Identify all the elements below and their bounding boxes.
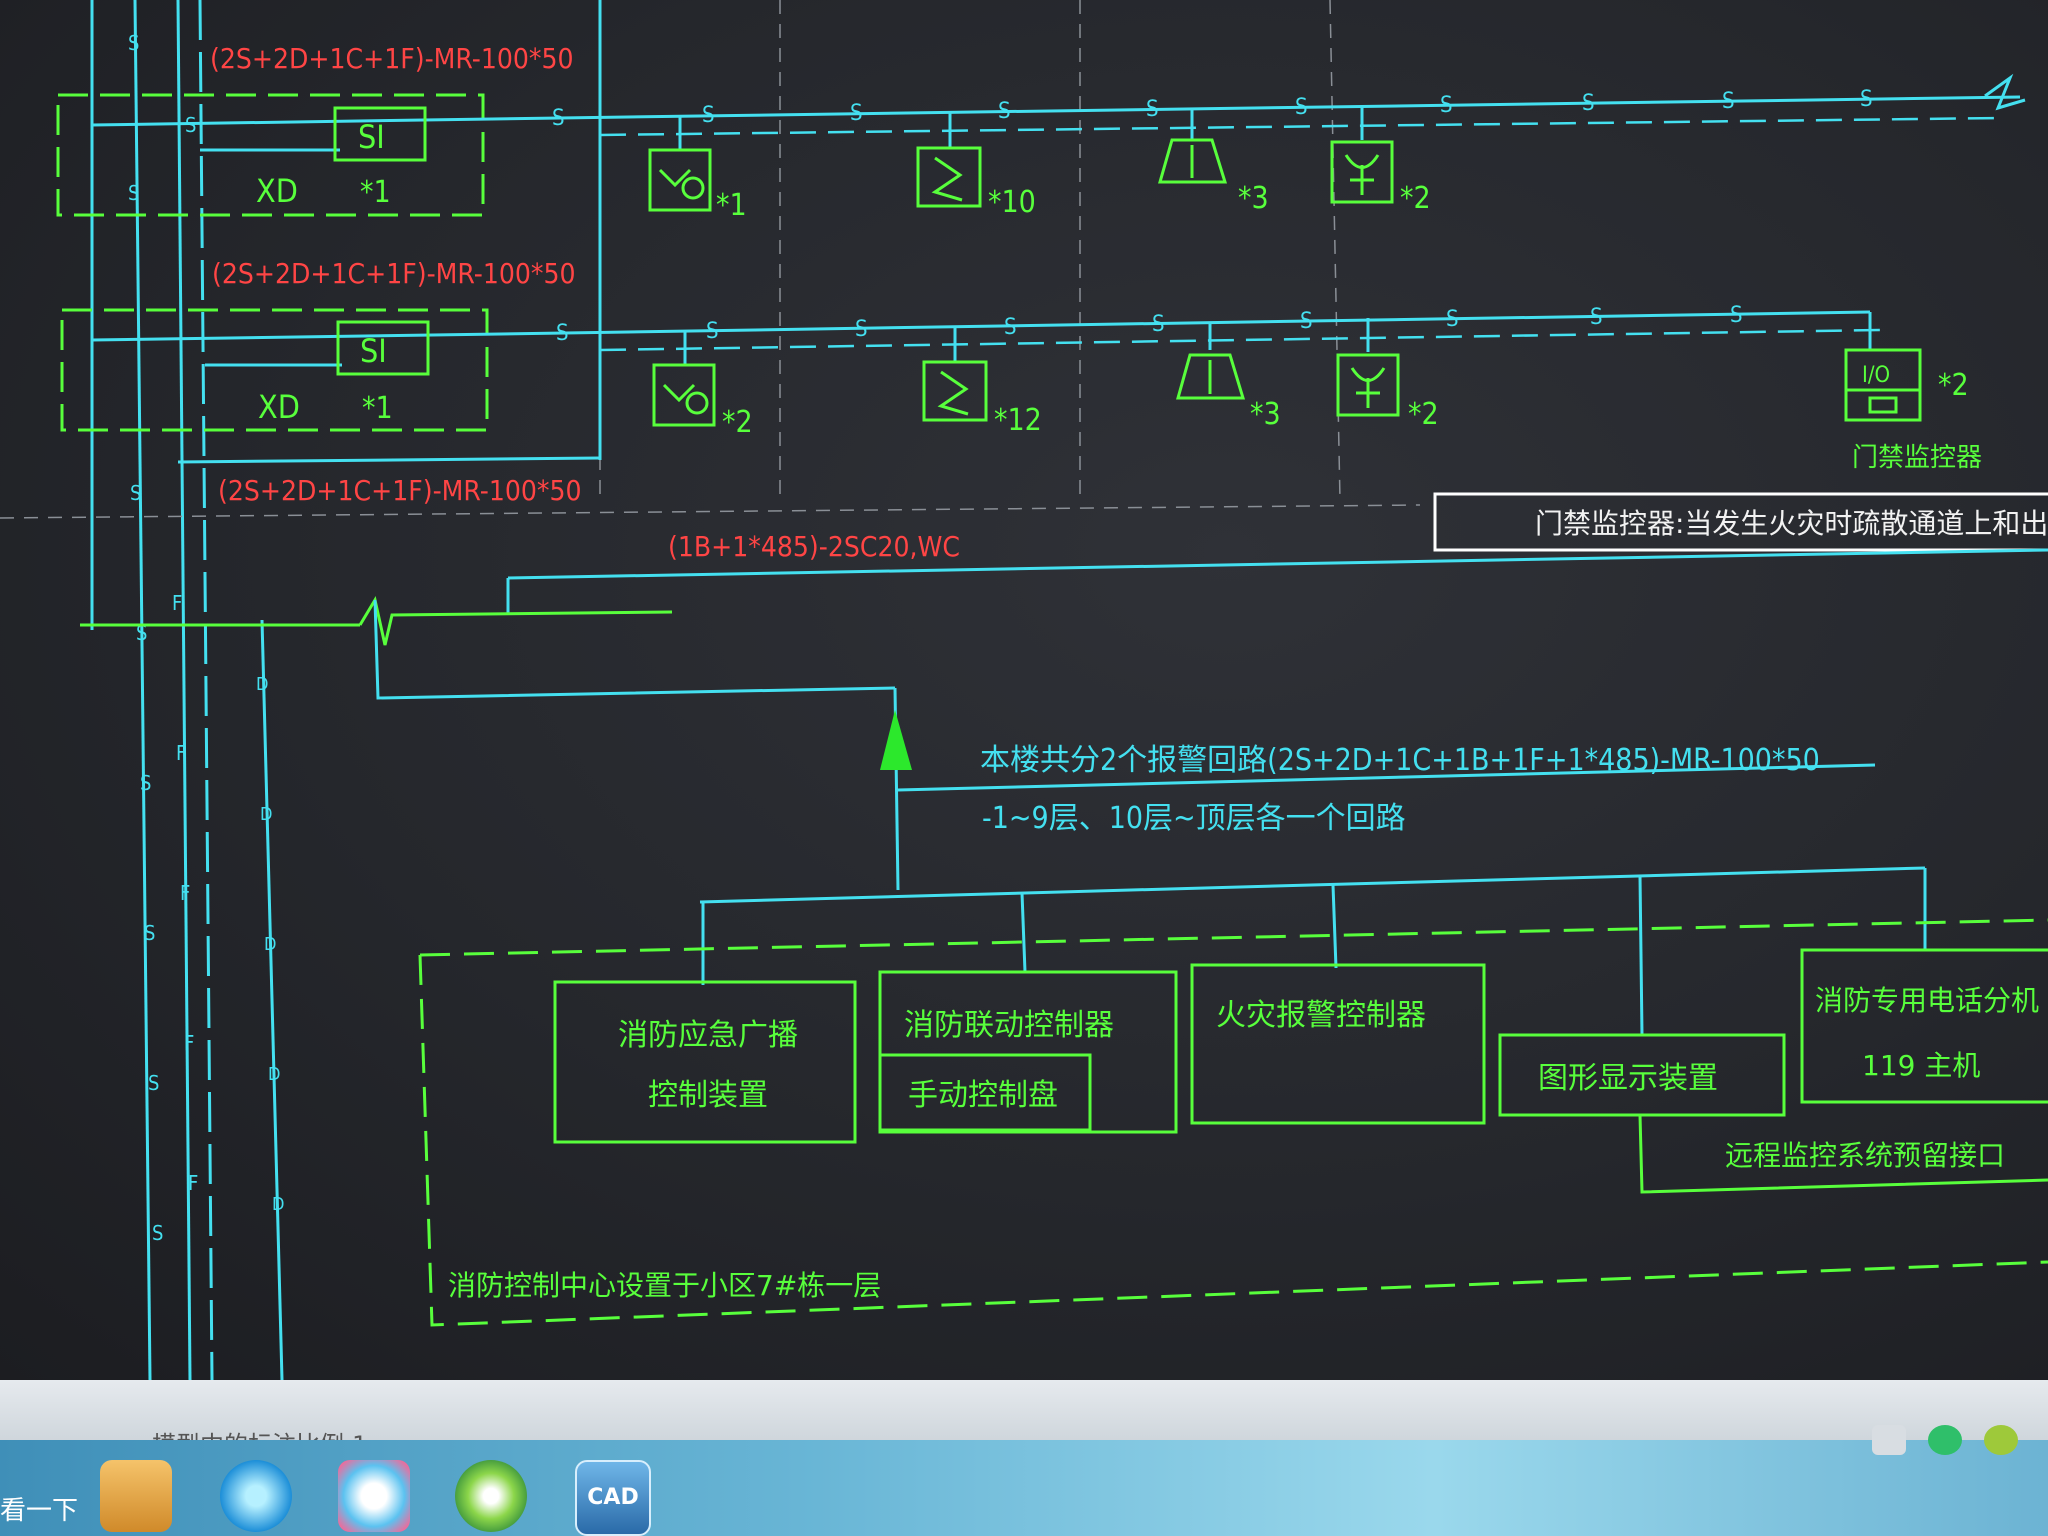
svg-text:F: F: [180, 881, 190, 905]
svg-text:消防应急广播: 消防应急广播: [618, 1018, 798, 1053]
svg-text:消防专用电话分机: 消防专用电话分机: [1815, 984, 2039, 1017]
start-button[interactable]: 看一下: [0, 1490, 78, 1527]
branch1-cable-label: (2S+2D+1C+1F)-MR-100*50: [210, 42, 574, 75]
svg-text:火灾报警控制器: 火灾报警控制器: [1216, 998, 1426, 1033]
svg-text:S: S: [140, 771, 151, 795]
svg-text:S: S: [130, 481, 141, 505]
svg-text:F: F: [176, 741, 186, 765]
svg-text:XD: XD: [256, 172, 298, 210]
svg-text:*1: *1: [716, 188, 747, 223]
bus-cable: (1B+1*485)-2SC20,WC: [80, 530, 2048, 891]
svg-text:S: S: [148, 1071, 159, 1095]
svg-text:(1B+1*485)-2SC20,WC: (1B+1*485)-2SC20,WC: [668, 530, 960, 563]
svg-text:S: S: [1582, 91, 1595, 116]
svg-text:SI: SI: [360, 332, 387, 370]
svg-text:远程监控系统预留接口: 远程监控系统预留接口: [1725, 1139, 2005, 1172]
branch-3: (2S+2D+1C+1F)-MR-100*50: [177, 456, 601, 507]
svg-text:S: S: [1722, 89, 1735, 114]
svg-text:S: S: [1730, 303, 1743, 328]
loop-label: 本楼共分2个报警回路(2S+2D+1C+1B+1F+1*485)-MR-100*…: [897, 743, 1876, 836]
taskbar: [0, 1440, 2048, 1536]
svg-text:S: S: [152, 1221, 163, 1245]
network-tray-icon[interactable]: [1984, 1425, 2018, 1455]
svg-text:*1: *1: [362, 391, 393, 426]
svg-text:S: S: [552, 106, 565, 131]
svg-text:消防联动控制器: 消防联动控制器: [904, 1008, 1114, 1043]
vertical-risers: [90, 0, 284, 1380]
svg-text:S: S: [855, 317, 868, 342]
svg-text:*2: *2: [722, 405, 753, 440]
svg-text:XD: XD: [258, 388, 300, 426]
si-label: SI: [358, 118, 385, 156]
box-linkage-controller[interactable]: 消防联动控制器 手动控制盘: [878, 970, 1178, 1134]
cad-icon[interactable]: CAD: [575, 1460, 651, 1536]
door-note: 门禁监控器:当发生火灾时疏散通道上和出入口处的门禁应能集中解锁或能: [1433, 492, 2048, 552]
svg-text:*3: *3: [1250, 397, 1281, 432]
svg-text:S: S: [1295, 95, 1308, 120]
loop-title: 本楼共分2个报警回路(2S+2D+1C+1B+1F+1*485)-MR-100*…: [980, 743, 1820, 778]
cad-label: CAD: [587, 1485, 639, 1510]
svg-text:S: S: [850, 101, 863, 126]
box-broadcast[interactable]: 消防应急广播 控制装置: [553, 980, 857, 1144]
svg-text:F: F: [172, 591, 182, 615]
box-fire-alarm-controller[interactable]: 火灾报警控制器: [1190, 963, 1486, 1125]
svg-text:*2: *2: [1400, 181, 1431, 216]
svg-text:S: S: [1152, 312, 1165, 337]
svg-text:S: S: [1004, 315, 1017, 340]
control-center-label: 消防控制中心设置于小区7#栋一层: [448, 1269, 881, 1302]
svg-text:F: F: [184, 1031, 194, 1055]
svg-text:D: D: [260, 804, 272, 825]
folder-icon[interactable]: [100, 1460, 172, 1532]
io-label: I/O: [1862, 363, 1890, 388]
svg-text:S: S: [128, 181, 139, 205]
branch2-cable-label: (2S+2D+1C+1F)-MR-100*50: [212, 257, 576, 290]
svg-text:S: S: [1860, 87, 1873, 112]
svg-text:S: S: [128, 31, 139, 55]
svg-text:*12: *12: [994, 403, 1042, 438]
svg-text:手动控制盘: 手动控制盘: [908, 1078, 1058, 1113]
svg-text:F: F: [188, 1171, 198, 1195]
svg-text:D: D: [268, 1064, 280, 1085]
svg-text:S: S: [1446, 307, 1459, 332]
svg-text:D: D: [256, 674, 268, 695]
svg-text:图形显示装置: 图形显示装置: [1538, 1061, 1718, 1096]
folder-tray-icon[interactable]: [1872, 1425, 1906, 1455]
svg-text:S: S: [1146, 97, 1159, 122]
branch3-cable-label: (2S+2D+1C+1F)-MR-100*50: [218, 474, 582, 507]
svg-text:门禁监控器:当发生火灾时疏散通道上和出入口处的门禁应能集中解: 门禁监控器:当发生火灾时疏散通道上和出入口处的门禁应能集中解锁或能: [1535, 507, 2048, 540]
svg-text:S: S: [556, 321, 569, 346]
svg-text:S: S: [1300, 309, 1313, 334]
svg-text:D: D: [272, 1194, 284, 1215]
box-fire-phone[interactable]: 消防专用电话分机 119 主机: [1800, 948, 2048, 1104]
sync-tray-icon[interactable]: [1928, 1425, 1962, 1455]
svg-text:控制装置: 控制装置: [648, 1078, 768, 1113]
svg-text:S: S: [702, 103, 715, 128]
schematic-drawing[interactable]: S S S S S S S S F F F F F D D D D D (2S+…: [0, 0, 2048, 1380]
svg-text:*3: *3: [1238, 181, 1269, 216]
svg-text:S: S: [1590, 305, 1603, 330]
svg-text:S: S: [998, 99, 1011, 124]
svg-text:S: S: [144, 921, 155, 945]
cad-drawing-canvas[interactable]: S S S S S S S S F F F F F D D D D D (2S+…: [0, 0, 2048, 1380]
ie-icon[interactable]: [455, 1460, 527, 1532]
svg-text:S: S: [1440, 93, 1453, 118]
svg-text:*2: *2: [1408, 397, 1439, 432]
branch-2: (2S+2D+1C+1F)-MR-100*50 SI XD *1 S S S S…: [60, 257, 1982, 473]
svg-text:S: S: [185, 113, 196, 137]
svg-text:S: S: [706, 319, 719, 344]
svg-text:*1: *1: [360, 175, 391, 210]
door-monitor-label: 门禁监控器: [1852, 443, 1982, 473]
svg-text:119 主机: 119 主机: [1862, 1049, 1980, 1082]
svg-text:*10: *10: [988, 185, 1036, 220]
cloud-app-icon[interactable]: [338, 1460, 410, 1532]
loop-subtitle: -1~9层、10层~顶层各一个回路: [982, 801, 1406, 836]
branch-1: (2S+2D+1C+1F)-MR-100*50 SI XD *1 S S S S…: [56, 42, 2026, 223]
browser-icon[interactable]: [220, 1460, 292, 1532]
svg-text:D: D: [264, 934, 276, 955]
svg-text:*2: *2: [1938, 368, 1969, 403]
